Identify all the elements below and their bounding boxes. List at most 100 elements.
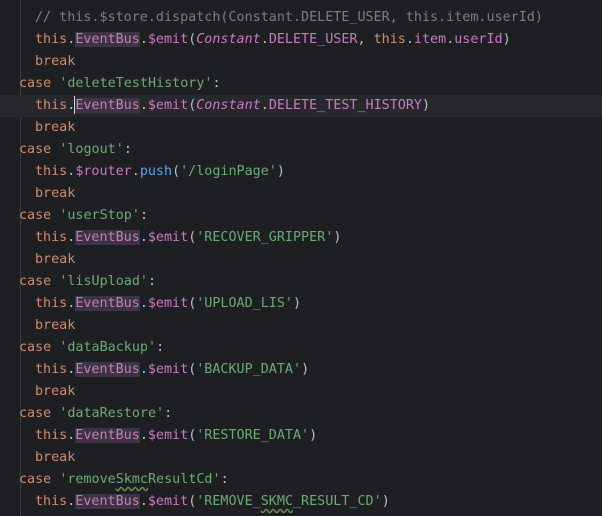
- code-token: 'RESTORE_DATA': [196, 428, 310, 443]
- code-token: :: [164, 406, 173, 421]
- code-token: push: [139, 164, 173, 179]
- code-token: :: [156, 340, 165, 355]
- code-token: Constant: [196, 32, 261, 47]
- code-token: ): [301, 362, 310, 377]
- code-token: 'logout': [59, 142, 124, 157]
- code-token: .: [139, 230, 148, 245]
- code-token: $emit: [147, 230, 189, 245]
- text-cursor: [74, 96, 75, 114]
- code-line[interactable]: break: [0, 51, 602, 73]
- code-token: case: [19, 142, 60, 157]
- code-token: break: [35, 450, 76, 465]
- code-token: this: [35, 494, 68, 509]
- code-line[interactable]: case 'deleteAccount':: [0, 0, 602, 7]
- code-token: break: [35, 318, 76, 333]
- code-token: $router: [75, 164, 132, 179]
- code-token: :: [139, 208, 148, 223]
- code-token: break: [35, 186, 76, 201]
- code-line[interactable]: case 'dataRestore':: [0, 403, 602, 425]
- code-token: break: [35, 54, 76, 69]
- code-token: .: [139, 494, 148, 509]
- code-line[interactable]: this.EventBus.$emit(Constant.DELETE_USER…: [0, 29, 602, 51]
- code-token: 'UPLOAD_LIS': [196, 296, 293, 311]
- code-token: 'dataBackup': [59, 340, 157, 355]
- code-token: ): [502, 32, 511, 47]
- code-token: $emit: [147, 32, 189, 47]
- code-token: EventBus: [75, 296, 140, 311]
- code-token: // this.$store.dispatch(Constant.DELETE_…: [35, 10, 543, 25]
- code-token: this: [35, 230, 68, 245]
- code-token: ): [309, 428, 318, 443]
- code-token: 'remove: [59, 472, 116, 487]
- code-token: $emit: [147, 362, 189, 377]
- code-line[interactable]: break: [0, 381, 602, 403]
- code-line[interactable]: case 'deleteTestHistory':: [0, 73, 602, 95]
- code-line[interactable]: this.EventBus.$emit(Constant.DELETE_TEST…: [0, 95, 602, 117]
- code-token: :: [123, 142, 132, 157]
- code-line[interactable]: break: [0, 447, 602, 469]
- code-line[interactable]: this.EventBus.$emit('RESTORE_DATA'): [0, 425, 602, 447]
- code-token: EventBus: [75, 428, 140, 443]
- code-line[interactable]: case 'lisUpload':: [0, 271, 602, 293]
- code-token: .: [139, 428, 148, 443]
- code-editor[interactable]: case 'deleteAccount': // this.$store.disp…: [0, 0, 602, 516]
- code-token: case: [19, 406, 60, 421]
- code-token: EventBus: [75, 362, 140, 377]
- code-line[interactable]: this.EventBus.$emit('BACKUP_DATA'): [0, 359, 602, 381]
- code-token: .: [139, 362, 148, 377]
- code-token: EventBus: [75, 494, 140, 509]
- code-token: 'userStop': [59, 208, 140, 223]
- code-line[interactable]: case 'dataBackup':: [0, 337, 602, 359]
- code-token: .: [131, 164, 140, 179]
- code-token: 'REMOVE_: [196, 494, 261, 509]
- code-line[interactable]: this.$router.push('/loginPage'): [0, 161, 602, 183]
- code-token: case: [19, 340, 60, 355]
- code-token: this: [35, 164, 68, 179]
- code-token: this: [373, 32, 406, 47]
- code-token: case: [19, 76, 60, 91]
- code-token: .: [139, 296, 148, 311]
- code-token: $emit: [147, 98, 189, 113]
- code-token: ResultCd': [148, 472, 221, 487]
- code-line[interactable]: this.EventBus.$emit('RECOVER_GRIPPER'): [0, 227, 602, 249]
- code-line[interactable]: break: [0, 249, 602, 271]
- code-token: '/loginPage': [180, 164, 277, 179]
- code-token: EventBus: [75, 32, 140, 47]
- code-token: Constant: [196, 98, 261, 113]
- code-token: DELETE_USER: [268, 32, 358, 47]
- code-token: ): [381, 494, 390, 509]
- code-token: ): [422, 98, 431, 113]
- code-token: case: [19, 472, 60, 487]
- code-token: this: [35, 428, 68, 443]
- code-token: this: [35, 296, 68, 311]
- code-line[interactable]: break: [0, 117, 602, 139]
- code-line[interactable]: break: [0, 183, 602, 205]
- code-token: break: [35, 384, 76, 399]
- code-line[interactable]: case 'removeSkmcResultCd':: [0, 469, 602, 491]
- code-token: 'deleteTestHistory': [59, 76, 213, 91]
- code-token: _RESULT_CD': [293, 494, 382, 509]
- code-token: case: [19, 274, 60, 289]
- code-token: .: [139, 32, 148, 47]
- code-token: 'deleteAccount': [59, 0, 180, 3]
- code-line[interactable]: this.EventBus.$emit('UPLOAD_LIS'): [0, 293, 602, 315]
- code-line[interactable]: case 'userStop':: [0, 205, 602, 227]
- code-line[interactable]: // this.$store.dispatch(Constant.DELETE_…: [0, 7, 602, 29]
- code-token: userId: [454, 32, 503, 47]
- code-token: $emit: [147, 296, 189, 311]
- code-token: SKMC: [260, 494, 293, 509]
- code-token: ): [293, 296, 302, 311]
- code-token: .: [405, 32, 414, 47]
- code-token: case: [19, 208, 60, 223]
- code-line[interactable]: this.EventBus.$emit('REMOVE_SKMC_RESULT_…: [0, 491, 602, 513]
- code-token: .: [260, 32, 269, 47]
- code-token: 'BACKUP_DATA': [196, 362, 302, 377]
- code-token: ,: [357, 32, 374, 47]
- code-token: item: [413, 32, 447, 47]
- code-token: DELETE_TEST_HISTORY: [268, 98, 422, 113]
- code-token: :: [148, 274, 157, 289]
- code-line[interactable]: break: [0, 315, 602, 337]
- code-token: ): [276, 164, 285, 179]
- code-token: .: [139, 98, 148, 113]
- code-line[interactable]: case 'logout':: [0, 139, 602, 161]
